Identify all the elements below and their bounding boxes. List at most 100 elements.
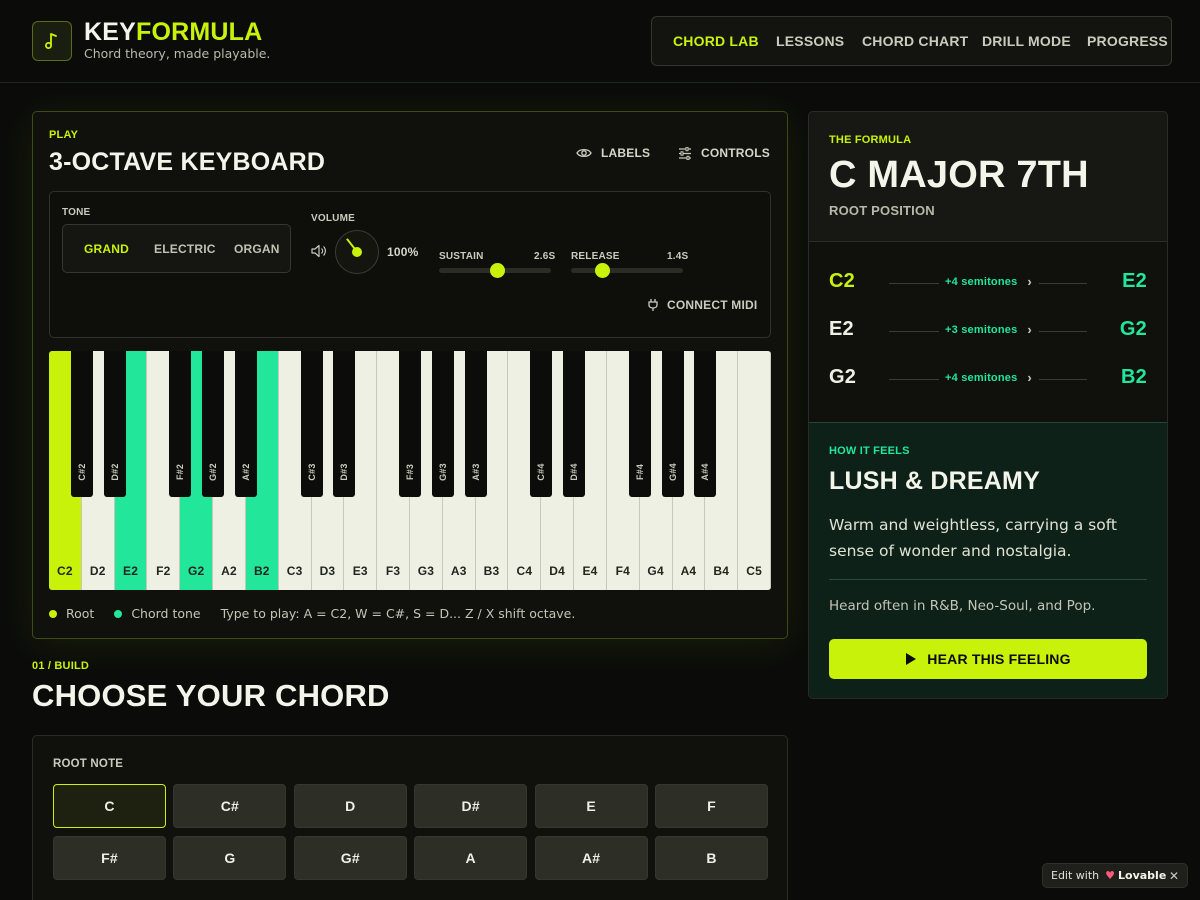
white-key-label: C4 [516,564,533,578]
black-key[interactable]: A#2 [234,351,257,497]
nav-progress[interactable]: PROGRESS [1087,33,1168,49]
root-note-button[interactable]: B [655,836,768,880]
nav-drill-mode[interactable]: DRILL MODE [982,33,1071,49]
white-key[interactable]: C5 [738,351,771,590]
brand-name[interactable]: KEYFORMULA [84,17,262,47]
controls-button[interactable]: CONTROLS [678,146,770,160]
black-key[interactable]: A#3 [464,351,487,497]
interval-line [1039,283,1087,284]
lovable-brand: ♥ Lovable [1105,869,1166,882]
keyboard-title: 3-OCTAVE KEYBOARD [49,148,326,176]
interval-step: +4 semitones › [945,274,1032,289]
piano-keyboard: C2 D2 E2 F2 G2 A2 B2 C3 D3 E3 F3 G3 A3 B3 C4 D4 E4 F4 G4 A4… [49,351,771,590]
root-note-button[interactable]: G# [293,836,407,880]
controls-box: TONE GRAND ELECTRIC ORGAN VOLUME 100% SU… [49,191,771,338]
black-key[interactable]: F#3 [399,351,421,497]
tagline: Chord theory, made playable. [84,46,271,61]
interval-row: E2 +3 semitones › G2 [809,312,1167,352]
root-note-button[interactable]: A# [534,836,648,880]
interval-from: G2 [829,366,857,388]
labels-button[interactable]: LABELS [576,146,650,160]
tone-organ[interactable]: ORGAN [234,242,280,256]
play-icon [906,653,917,665]
heard-in-text: Heard often in R&B, Neo-Soul, and Pop. [829,598,1096,614]
formula-eyebrow: THE FORMULA [829,134,912,146]
knob-center [352,247,362,257]
black-key[interactable]: F#2 [169,351,192,497]
black-key-label: C#4 [536,463,547,481]
root-note-button[interactable]: D [293,784,407,828]
speaker-icon [311,244,326,258]
connect-midi-button[interactable]: CONNECT MIDI [647,298,757,312]
black-key[interactable]: A#4 [694,351,717,497]
black-key-label: G#2 [208,463,219,481]
sustain-slider-thumb[interactable] [490,263,506,278]
chevron-right-icon: › [1027,370,1032,385]
black-key[interactable]: C#2 [70,351,93,497]
white-key-label: D2 [89,564,106,578]
root-note-button[interactable]: C [53,784,166,828]
chevron-right-icon: › [1027,274,1032,289]
interval-from: E2 [829,318,854,340]
white-key-label: G2 [187,564,205,578]
sliders-icon [679,146,691,160]
white-key-label: F4 [615,564,631,578]
white-key-label: C5 [746,564,762,578]
black-key[interactable]: C#3 [300,351,323,497]
black-key[interactable]: F#4 [628,351,651,497]
build-eyebrow: 01 / BUILD [32,660,90,672]
connect-midi-text: CONNECT MIDI [667,298,758,312]
root-note-button[interactable]: A [414,836,528,880]
black-key[interactable]: D#4 [563,351,586,497]
root-note-button[interactable]: G [173,836,287,880]
black-key-label: C#2 [76,463,87,481]
root-note-button[interactable]: D# [414,784,528,828]
nav-chord-chart[interactable]: CHORD CHART [862,33,968,49]
keyboard-panel: PLAY 3-OCTAVE KEYBOARD LABELS CONTROLS T… [32,111,788,639]
play-eyebrow: PLAY [49,129,79,141]
interval-row: G2 +4 semitones › B2 [809,360,1167,400]
black-key-label: D#4 [569,463,580,481]
tone-electric[interactable]: ELECTRIC [154,242,216,256]
interval-to: G2 [1119,318,1147,340]
tone-grand[interactable]: GRAND [84,242,129,256]
formula-panel: THE FORMULA C MAJOR 7TH ROOT POSITION C2… [808,111,1168,699]
black-key[interactable]: G#4 [661,351,684,497]
black-key-label: D#2 [109,463,120,481]
interval-step: +4 semitones › [945,370,1032,385]
hear-feeling-button[interactable]: HEAR THIS FEELING [829,639,1147,679]
black-key[interactable]: D#3 [333,351,356,497]
edit-with-lovable-badge[interactable]: Edit with ♥ Lovable ✕ [1042,863,1188,888]
logo[interactable] [32,21,72,61]
interval-to: B2 [1121,366,1147,388]
white-key-label: D3 [319,564,336,578]
release-slider-thumb[interactable] [595,263,611,278]
volume-value: 100% [387,245,419,259]
nav-lessons[interactable]: LESSONS [776,33,844,49]
volume-knob[interactable] [335,230,379,274]
black-key-label: A#4 [700,463,711,481]
build-title: CHOOSE YOUR CHORD [32,678,390,713]
release-value: 1.4S [667,251,689,262]
black-key[interactable]: G#3 [431,351,454,497]
release-slider[interactable] [571,268,683,273]
root-note-button[interactable]: C# [173,784,287,828]
feel-title: LUSH & DREAMY [829,467,1040,495]
chord-inversion: ROOT POSITION [829,203,935,218]
white-key-label: E4 [582,564,598,578]
black-key-label: A#3 [470,463,481,481]
close-icon[interactable]: ✕ [1169,869,1179,883]
keyboard-legend: Root Chord tone Type to play: A = C2, W … [49,606,575,621]
black-key[interactable]: C#4 [530,351,553,497]
volume-label: VOLUME [311,213,355,224]
nav-chord-lab[interactable]: CHORD LAB [673,33,759,49]
music-note-icon [45,33,57,49]
root-note-button[interactable]: E [534,784,648,828]
black-key[interactable]: D#2 [103,351,126,497]
root-note-button[interactable]: F# [53,836,166,880]
interval-step-text: +3 semitones [945,323,1018,336]
brand-part-1: KEY [84,18,137,46]
root-note-label: ROOT NOTE [53,758,124,770]
root-note-button[interactable]: F [655,784,768,828]
black-key[interactable]: G#2 [202,351,225,497]
